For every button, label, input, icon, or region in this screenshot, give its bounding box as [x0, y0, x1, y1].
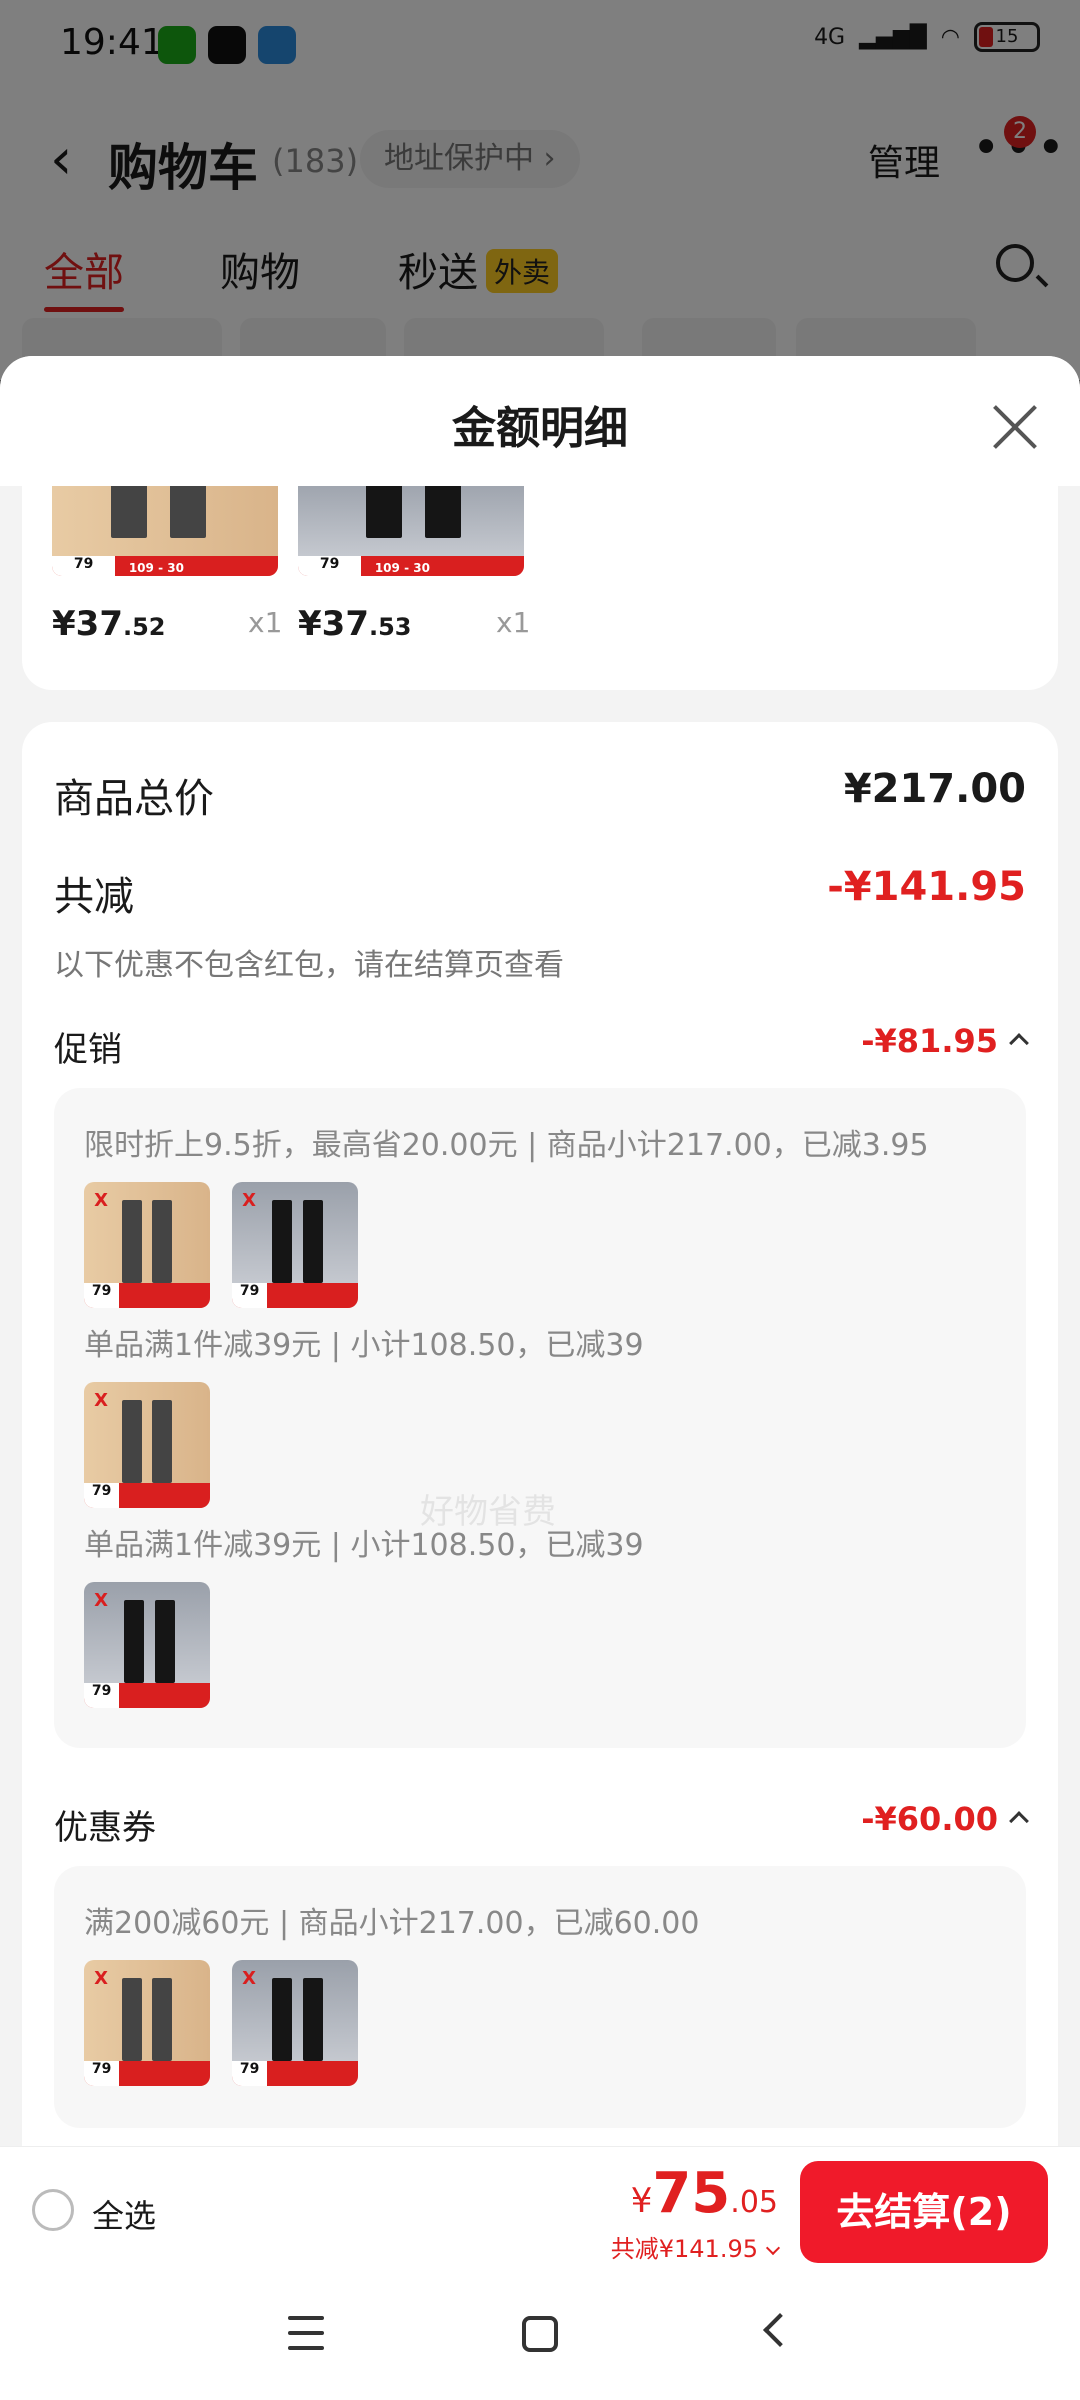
coupon-label: 优惠券 [54, 1808, 156, 1848]
product-thumbnail[interactable]: X 79 [84, 1582, 210, 1708]
chevron-up-icon [1009, 1033, 1029, 1053]
product-quantity: x1 [496, 606, 531, 639]
product-thumbnail[interactable]: X 79 [84, 1182, 210, 1308]
product-item[interactable]: 79 109 - 30 [298, 476, 524, 576]
product-image[interactable]: 79 109 - 30 [298, 476, 524, 576]
select-all-radio[interactable] [32, 2189, 74, 2231]
chevron-up-icon [1009, 1811, 1029, 1831]
watermark: 好物省费 [420, 1492, 556, 1532]
sheet-title: 金额明细 [452, 403, 628, 454]
product-price: ¥37.53 [298, 604, 412, 644]
product-image[interactable]: 79 109 - 30 [52, 476, 278, 576]
menu-icon[interactable] [288, 2316, 324, 2350]
product-thumbnail[interactable]: X 79 [84, 1960, 210, 2086]
product-quantity: x1 [248, 606, 283, 639]
back-icon[interactable] [763, 2313, 797, 2347]
promotion-line: 单品满1件减39元 | 小计108.50，已减39 [84, 1528, 644, 1563]
promotion-value[interactable]: -¥81.95 [861, 1022, 1029, 1060]
checkout-bar: 全选 ¥75.05 共减¥141.95 去结算(2) [0, 2146, 1080, 2274]
subtotal-value: ¥217.00 [843, 766, 1026, 812]
chevron-down-icon [765, 2240, 781, 2256]
product-item[interactable]: 79 109 - 30 [52, 476, 278, 576]
coupon-value[interactable]: -¥60.00 [861, 1800, 1029, 1838]
reduction-note: 以下优惠不包含红包，请在结算页查看 [54, 948, 564, 983]
product-price: ¥37.52 [52, 604, 166, 644]
promotion-line: 限时折上9.5折，最高省20.00元 | 商品小计217.00，已减3.95 [84, 1128, 929, 1163]
product-thumbnail[interactable]: X 79 [232, 1960, 358, 2086]
coupon-line: 满200减60元 | 商品小计217.00，已减60.00 [84, 1906, 700, 1941]
select-all-label[interactable]: 全选 [92, 2191, 156, 2237]
promotion-label: 促销 [54, 1030, 122, 1070]
coupon-detail-box: 满200减60元 | 商品小计217.00，已减60.00 X 79 X 79 [54, 1866, 1026, 2128]
total-price: ¥75.05 [630, 2161, 778, 2226]
reduction-value: -¥141.95 [827, 864, 1026, 910]
checkout-button[interactable]: 去结算(2) [800, 2161, 1048, 2263]
close-icon[interactable] [992, 404, 1038, 450]
system-navigation-bar [0, 2274, 1080, 2400]
sheet-header: 金额明细 [0, 356, 1080, 486]
amount-detail-sheet: 金额明细 79 109 - 30 ¥37.52 x1 79 109 - 30 ¥… [0, 356, 1080, 2272]
product-thumbnail[interactable]: X 79 [232, 1182, 358, 1308]
promotion-line: 单品满1件减39元 | 小计108.50，已减39 [84, 1328, 644, 1363]
subtotal-label: 商品总价 [54, 776, 214, 822]
product-card: 79 109 - 30 ¥37.52 x1 79 109 - 30 ¥37.53… [22, 476, 1058, 690]
product-thumbnail[interactable]: X 79 [84, 1382, 210, 1508]
promotion-detail-box: 限时折上9.5折，最高省20.00元 | 商品小计217.00，已减3.95 X… [54, 1088, 1026, 1748]
total-saving[interactable]: 共减¥141.95 [611, 2229, 781, 2264]
reduction-label: 共减 [54, 874, 134, 920]
home-icon[interactable] [522, 2316, 558, 2352]
